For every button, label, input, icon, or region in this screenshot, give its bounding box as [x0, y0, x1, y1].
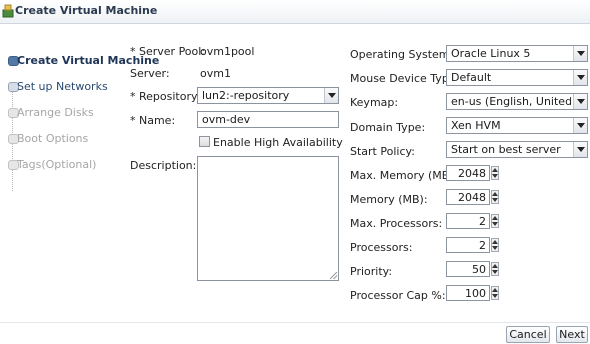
resize-grip-icon[interactable]	[330, 272, 337, 279]
high-availability-label: Enable High Availability	[213, 136, 343, 149]
max-processors-label: Max. Processors:	[350, 217, 443, 230]
step-label: Set up Networks	[17, 80, 108, 93]
step-label: Boot Options	[17, 132, 89, 145]
priority-spinner[interactable]: 50	[446, 261, 500, 277]
max-memory-value: 2048	[458, 167, 486, 180]
high-availability-checkbox[interactable]	[199, 136, 210, 147]
memory-input[interactable]: 2048	[446, 189, 490, 205]
max-processors-input[interactable]: 2	[446, 213, 490, 229]
decrement-icon[interactable]	[492, 269, 498, 275]
spinner-arrows-icon[interactable]	[491, 238, 499, 252]
priority-input[interactable]: 50	[446, 261, 490, 277]
os-select-value: Oracle Linux 5	[451, 47, 531, 60]
step-label: Arrange Disks	[17, 106, 94, 119]
max-processors-value: 2	[479, 215, 486, 228]
repository-select[interactable]: lun2:-repository	[197, 87, 339, 104]
chevron-down-icon[interactable]	[573, 70, 587, 85]
keymap-select-value: en-us (English, United States)	[451, 95, 571, 108]
server-value: ovm1	[200, 67, 231, 80]
wizard-steps: Create Virtual Machine Set up Networks A…	[0, 24, 159, 344]
decrement-icon[interactable]	[492, 197, 498, 203]
chevron-down-icon[interactable]	[573, 94, 587, 109]
spinner-arrows-icon[interactable]	[491, 214, 499, 228]
max-memory-label: Max. Memory (MB):	[350, 169, 458, 182]
dialog-title: Create Virtual Machine	[15, 4, 158, 17]
keymap-select[interactable]: en-us (English, United States)	[446, 93, 588, 110]
cancel-button[interactable]: Cancel	[506, 326, 550, 343]
spinner-arrows-icon[interactable]	[491, 262, 499, 276]
dialog-footer: Cancel Next	[0, 322, 590, 344]
processor-cap-value: 100	[465, 287, 486, 300]
next-button[interactable]: Next	[556, 326, 588, 343]
start-policy-select[interactable]: Start on best server	[446, 141, 588, 158]
server-label: Server:	[130, 67, 170, 80]
os-label: Operating System:	[350, 48, 454, 61]
description-textarea[interactable]	[197, 156, 339, 281]
domain-type-label: Domain Type:	[350, 121, 426, 134]
chevron-down-icon[interactable]	[573, 142, 587, 157]
dialog-titlebar: Create Virtual Machine	[0, 0, 590, 24]
mouse-device-select[interactable]: Default	[446, 69, 588, 86]
spinner-arrows-icon[interactable]	[491, 190, 499, 204]
max-memory-input[interactable]: 2048	[446, 165, 490, 181]
chevron-down-icon[interactable]	[324, 88, 338, 103]
spinner-arrows-icon[interactable]	[491, 166, 499, 180]
mouse-device-label: Mouse Device Type:	[350, 72, 460, 85]
vm-app-icon	[2, 4, 14, 18]
domain-type-select-value: Xen HVM	[451, 119, 501, 132]
name-label: * Name:	[130, 114, 176, 127]
processor-cap-input[interactable]: 100	[446, 285, 490, 301]
memory-label: Memory (MB):	[350, 193, 428, 206]
mouse-device-select-value: Default	[451, 71, 492, 84]
decrement-icon[interactable]	[492, 173, 498, 179]
priority-value: 50	[472, 263, 486, 276]
repository-label: * Repository:	[130, 90, 201, 103]
chevron-down-icon[interactable]	[573, 118, 587, 133]
processors-input[interactable]: 2	[446, 237, 490, 253]
name-input[interactable]: ovm-dev	[197, 111, 339, 128]
spinner-arrows-icon[interactable]	[491, 286, 499, 300]
processor-cap-label: Processor Cap %:	[350, 289, 446, 302]
start-policy-select-value: Start on best server	[451, 143, 561, 156]
domain-type-select[interactable]: Xen HVM	[446, 117, 588, 134]
chevron-down-icon[interactable]	[573, 46, 587, 61]
priority-label: Priority:	[350, 265, 393, 278]
repository-select-value: lun2:-repository	[202, 89, 290, 102]
server-pool-value: ovm1pool	[200, 45, 255, 58]
os-select[interactable]: Oracle Linux 5	[446, 45, 588, 62]
processors-label: Processors:	[350, 241, 413, 254]
memory-value: 2048	[458, 191, 486, 204]
name-input-value: ovm-dev	[202, 113, 251, 126]
decrement-icon[interactable]	[492, 245, 498, 251]
footer-divider	[0, 322, 590, 323]
decrement-icon[interactable]	[492, 221, 498, 227]
memory-spinner[interactable]: 2048	[446, 189, 500, 205]
processors-value: 2	[479, 239, 486, 252]
decrement-icon[interactable]	[492, 293, 498, 299]
start-policy-label: Start Policy:	[350, 145, 415, 158]
step-label: Tags(Optional)	[17, 158, 97, 171]
keymap-label: Keymap:	[350, 96, 399, 109]
max-processors-spinner[interactable]: 2	[446, 213, 500, 229]
processor-cap-spinner[interactable]: 100	[446, 285, 500, 301]
max-memory-spinner[interactable]: 2048	[446, 165, 500, 181]
processors-spinner[interactable]: 2	[446, 237, 500, 253]
server-pool-label: * Server Pool:	[130, 45, 206, 58]
description-label: Description:	[130, 159, 197, 172]
